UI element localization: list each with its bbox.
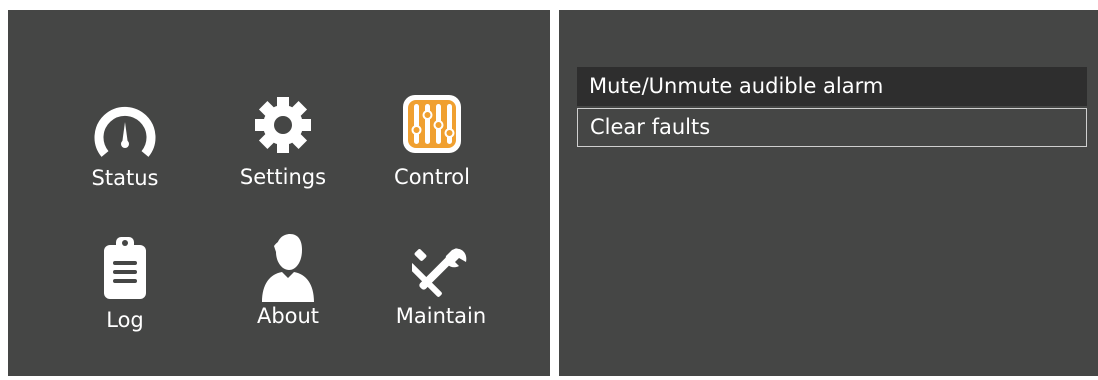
settings-label: Settings: [239, 165, 327, 189]
control-tile[interactable]: Control: [372, 90, 492, 210]
main-menu-panel: Status Settings Control Log About Mainta…: [8, 10, 550, 376]
clipboard-icon: [104, 237, 146, 299]
control-submenu-panel: Mute/Unmute audible alarm Clear faults: [559, 10, 1098, 376]
about-label: About: [256, 304, 320, 328]
gear-icon: [255, 97, 311, 153]
about-tile[interactable]: About: [228, 232, 348, 352]
log-label: Log: [106, 308, 144, 332]
gauge-icon: [94, 106, 156, 157]
control-label: Control: [394, 165, 470, 189]
tools-icon: [412, 248, 467, 297]
mute-unmute-alarm-item[interactable]: Mute/Unmute audible alarm: [577, 67, 1087, 106]
log-tile[interactable]: Log: [65, 232, 185, 352]
sliders-icon: [403, 95, 461, 153]
person-icon: [262, 234, 314, 302]
clear-faults-item[interactable]: Clear faults: [577, 108, 1087, 147]
maintain-tile[interactable]: Maintain: [381, 232, 501, 352]
maintain-label: Maintain: [395, 304, 487, 328]
settings-tile[interactable]: Settings: [223, 90, 343, 210]
status-tile[interactable]: Status: [65, 90, 185, 210]
status-label: Status: [91, 166, 159, 190]
